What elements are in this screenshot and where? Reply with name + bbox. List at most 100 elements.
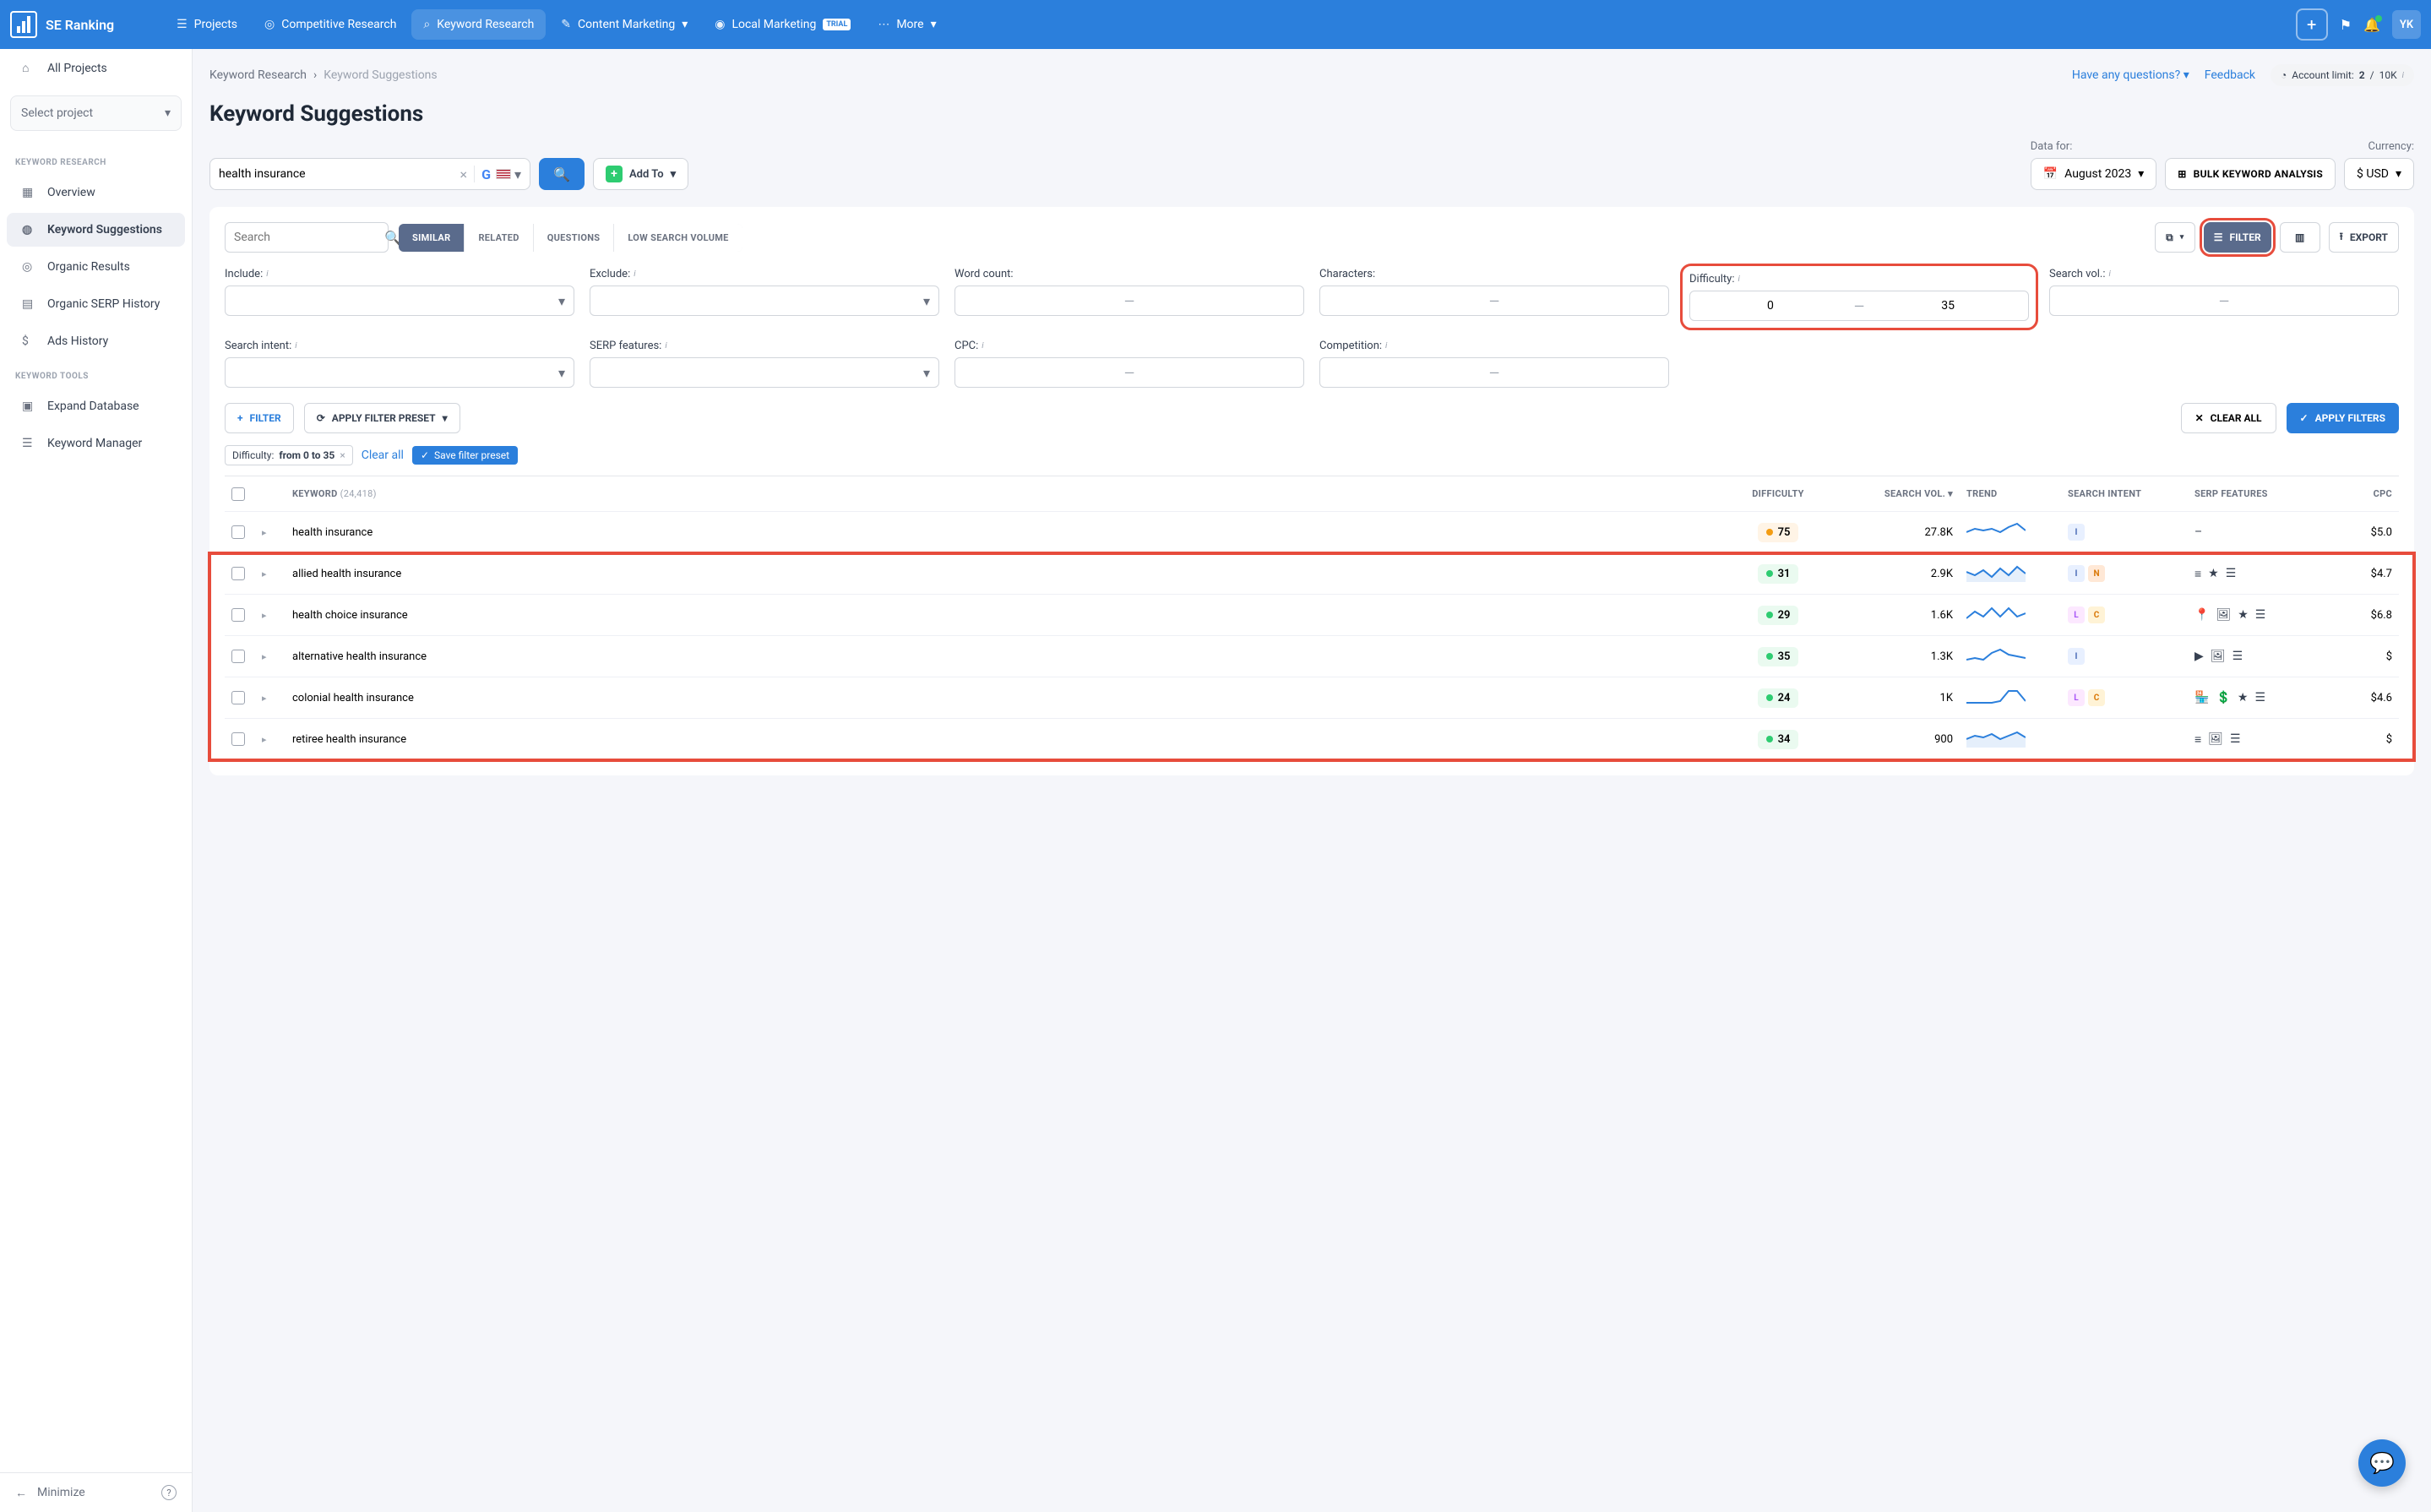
flag-icon[interactable]: ⚑ bbox=[2340, 17, 2352, 33]
filter-toggle-button[interactable]: ☰FILTER bbox=[2204, 222, 2271, 253]
col-trend[interactable]: TREND bbox=[1960, 480, 2061, 508]
filter-select[interactable]: ▾ bbox=[225, 357, 574, 388]
clear-all-button[interactable]: ✕CLEAR ALL bbox=[2181, 403, 2276, 433]
range-to-input[interactable] bbox=[1868, 291, 2028, 320]
info-icon[interactable]: i bbox=[266, 269, 268, 279]
keyword-cell[interactable]: health choice insurance bbox=[286, 601, 1723, 630]
clear-icon[interactable]: × bbox=[460, 166, 468, 182]
select-all-checkbox[interactable] bbox=[231, 487, 245, 501]
row-checkbox[interactable] bbox=[231, 525, 245, 539]
sidebar-ads-history[interactable]: $Ads History bbox=[7, 324, 185, 358]
expand-icon[interactable]: ▸ bbox=[262, 568, 267, 579]
keyword-cell[interactable]: retiree health insurance bbox=[286, 725, 1723, 754]
info-icon[interactable]: i bbox=[1385, 341, 1387, 351]
chevron-down-icon[interactable]: ▾ bbox=[514, 166, 521, 182]
col-intent[interactable]: SEARCH INTENT bbox=[2061, 480, 2188, 508]
col-difficulty[interactable]: DIFFICULTY bbox=[1723, 480, 1833, 508]
sidebar-all-projects[interactable]: ⌂All Projects bbox=[7, 51, 185, 85]
range-to-input[interactable] bbox=[2232, 286, 2398, 315]
row-checkbox[interactable] bbox=[231, 691, 245, 704]
col-volume[interactable]: SEARCH VOL. ▾ bbox=[1833, 480, 1960, 508]
filter-select[interactable]: ▾ bbox=[225, 286, 574, 316]
row-checkbox[interactable] bbox=[231, 567, 245, 580]
date-selector[interactable]: 📅August 2023▾ bbox=[2031, 158, 2157, 190]
expand-icon[interactable]: ▸ bbox=[262, 693, 267, 704]
col-serp[interactable]: SERP FEATURES bbox=[2188, 480, 2331, 508]
range-to-input[interactable] bbox=[1503, 358, 1668, 387]
close-icon[interactable]: × bbox=[340, 449, 345, 461]
nav-competitive[interactable]: ◎Competitive Research bbox=[253, 9, 408, 40]
currency-selector[interactable]: $ USD▾ bbox=[2344, 158, 2414, 190]
sidebar-overview[interactable]: ▦Overview bbox=[7, 176, 185, 209]
info-icon[interactable]: i bbox=[295, 341, 296, 351]
expand-icon[interactable]: ▸ bbox=[262, 610, 267, 621]
add-to-button[interactable]: + Add To ▾ bbox=[593, 158, 688, 190]
range-from-input[interactable] bbox=[955, 286, 1121, 315]
range-to-input[interactable] bbox=[1138, 358, 1303, 387]
range-from-input[interactable] bbox=[955, 358, 1121, 387]
bell-icon[interactable]: 🔔 bbox=[2363, 17, 2380, 33]
keyword-input[interactable] bbox=[219, 167, 460, 181]
mini-search-input[interactable] bbox=[234, 231, 384, 244]
nav-projects[interactable]: ☰Projects bbox=[165, 9, 249, 40]
sidebar-keyword-suggestions[interactable]: ◍Keyword Suggestions bbox=[7, 213, 185, 247]
keyword-cell[interactable]: health insurance bbox=[286, 518, 1723, 547]
keyword-cell[interactable]: allied health insurance bbox=[286, 559, 1723, 589]
info-icon[interactable]: i bbox=[665, 341, 666, 351]
row-checkbox[interactable] bbox=[231, 650, 245, 663]
add-button[interactable]: + bbox=[2296, 8, 2328, 41]
range-from-input[interactable] bbox=[1320, 286, 1486, 315]
tab-related[interactable]: RELATED bbox=[465, 224, 533, 252]
nav-content[interactable]: ✎Content Marketing▾ bbox=[549, 9, 699, 40]
copy-button[interactable]: ⧉▾ bbox=[2155, 222, 2195, 253]
avatar[interactable]: YK bbox=[2392, 10, 2421, 39]
help-icon[interactable]: ? bbox=[161, 1485, 177, 1500]
tab-low-volume[interactable]: LOW SEARCH VOLUME bbox=[614, 224, 742, 252]
questions-link[interactable]: Have any questions? ▾ bbox=[2072, 68, 2189, 82]
sidebar-keyword-manager[interactable]: ☰Keyword Manager bbox=[7, 427, 185, 460]
filter-select[interactable]: ▾ bbox=[590, 357, 939, 388]
nav-local[interactable]: ◉Local MarketingTRIAL bbox=[703, 9, 862, 40]
add-filter-button[interactable]: +FILTER bbox=[225, 403, 294, 433]
expand-icon[interactable]: ▸ bbox=[262, 734, 267, 745]
feedback-link[interactable]: Feedback bbox=[2205, 68, 2255, 82]
sidebar-expand-db[interactable]: ▣Expand Database bbox=[7, 389, 185, 423]
columns-button[interactable]: ▥ bbox=[2280, 222, 2320, 253]
info-icon[interactable]: i bbox=[1738, 275, 1739, 284]
breadcrumb-item[interactable]: Keyword Research bbox=[209, 68, 307, 82]
info-icon[interactable]: i bbox=[982, 341, 983, 351]
project-selector[interactable]: Select project▾ bbox=[10, 95, 182, 131]
info-icon[interactable]: i bbox=[2109, 269, 2111, 279]
range-to-input[interactable] bbox=[1138, 286, 1303, 315]
info-icon[interactable]: i bbox=[634, 269, 635, 279]
apply-preset-button[interactable]: ⟳APPLY FILTER PRESET▾ bbox=[304, 403, 460, 433]
col-keyword[interactable]: KEYWORD (24,418) bbox=[286, 480, 1723, 508]
nav-more[interactable]: ⋯More▾ bbox=[866, 9, 948, 40]
nav-keyword-research[interactable]: ⌕Keyword Research bbox=[411, 9, 546, 40]
bulk-analysis-button[interactable]: ⊞BULK KEYWORD ANALYSIS bbox=[2165, 158, 2336, 190]
sidebar-minimize[interactable]: ←Minimize? bbox=[0, 1472, 192, 1512]
keyword-cell[interactable]: alternative health insurance bbox=[286, 642, 1723, 672]
col-cpc[interactable]: CPC bbox=[2331, 480, 2399, 508]
range-from-input[interactable] bbox=[1690, 291, 1851, 320]
search-button[interactable]: 🔍 bbox=[539, 158, 585, 190]
range-from-input[interactable] bbox=[2050, 286, 2216, 315]
range-to-input[interactable] bbox=[1503, 286, 1668, 315]
brand-logo[interactable]: SE Ranking bbox=[10, 11, 114, 38]
sidebar-serp-history[interactable]: ▤Organic SERP History bbox=[7, 287, 185, 321]
apply-filters-button[interactable]: ✓APPLY FILTERS bbox=[2287, 403, 2399, 433]
tab-questions[interactable]: QUESTIONS bbox=[534, 224, 615, 252]
expand-icon[interactable]: ▸ bbox=[262, 651, 267, 662]
keyword-cell[interactable]: colonial health insurance bbox=[286, 683, 1723, 713]
range-from-input[interactable] bbox=[1320, 358, 1486, 387]
expand-icon[interactable]: ▸ bbox=[262, 527, 267, 538]
clear-all-link[interactable]: Clear all bbox=[362, 449, 404, 462]
sidebar-organic-results[interactable]: ◎Organic Results bbox=[7, 250, 185, 284]
tab-similar[interactable]: SIMILAR bbox=[399, 224, 465, 252]
row-checkbox[interactable] bbox=[231, 608, 245, 622]
export-button[interactable]: ⭱EXPORT bbox=[2329, 222, 2399, 253]
row-checkbox[interactable] bbox=[231, 732, 245, 746]
info-icon[interactable]: i bbox=[2402, 71, 2404, 80]
save-preset-chip[interactable]: ✓Save filter preset bbox=[412, 446, 518, 465]
filter-select[interactable]: ▾ bbox=[590, 286, 939, 316]
